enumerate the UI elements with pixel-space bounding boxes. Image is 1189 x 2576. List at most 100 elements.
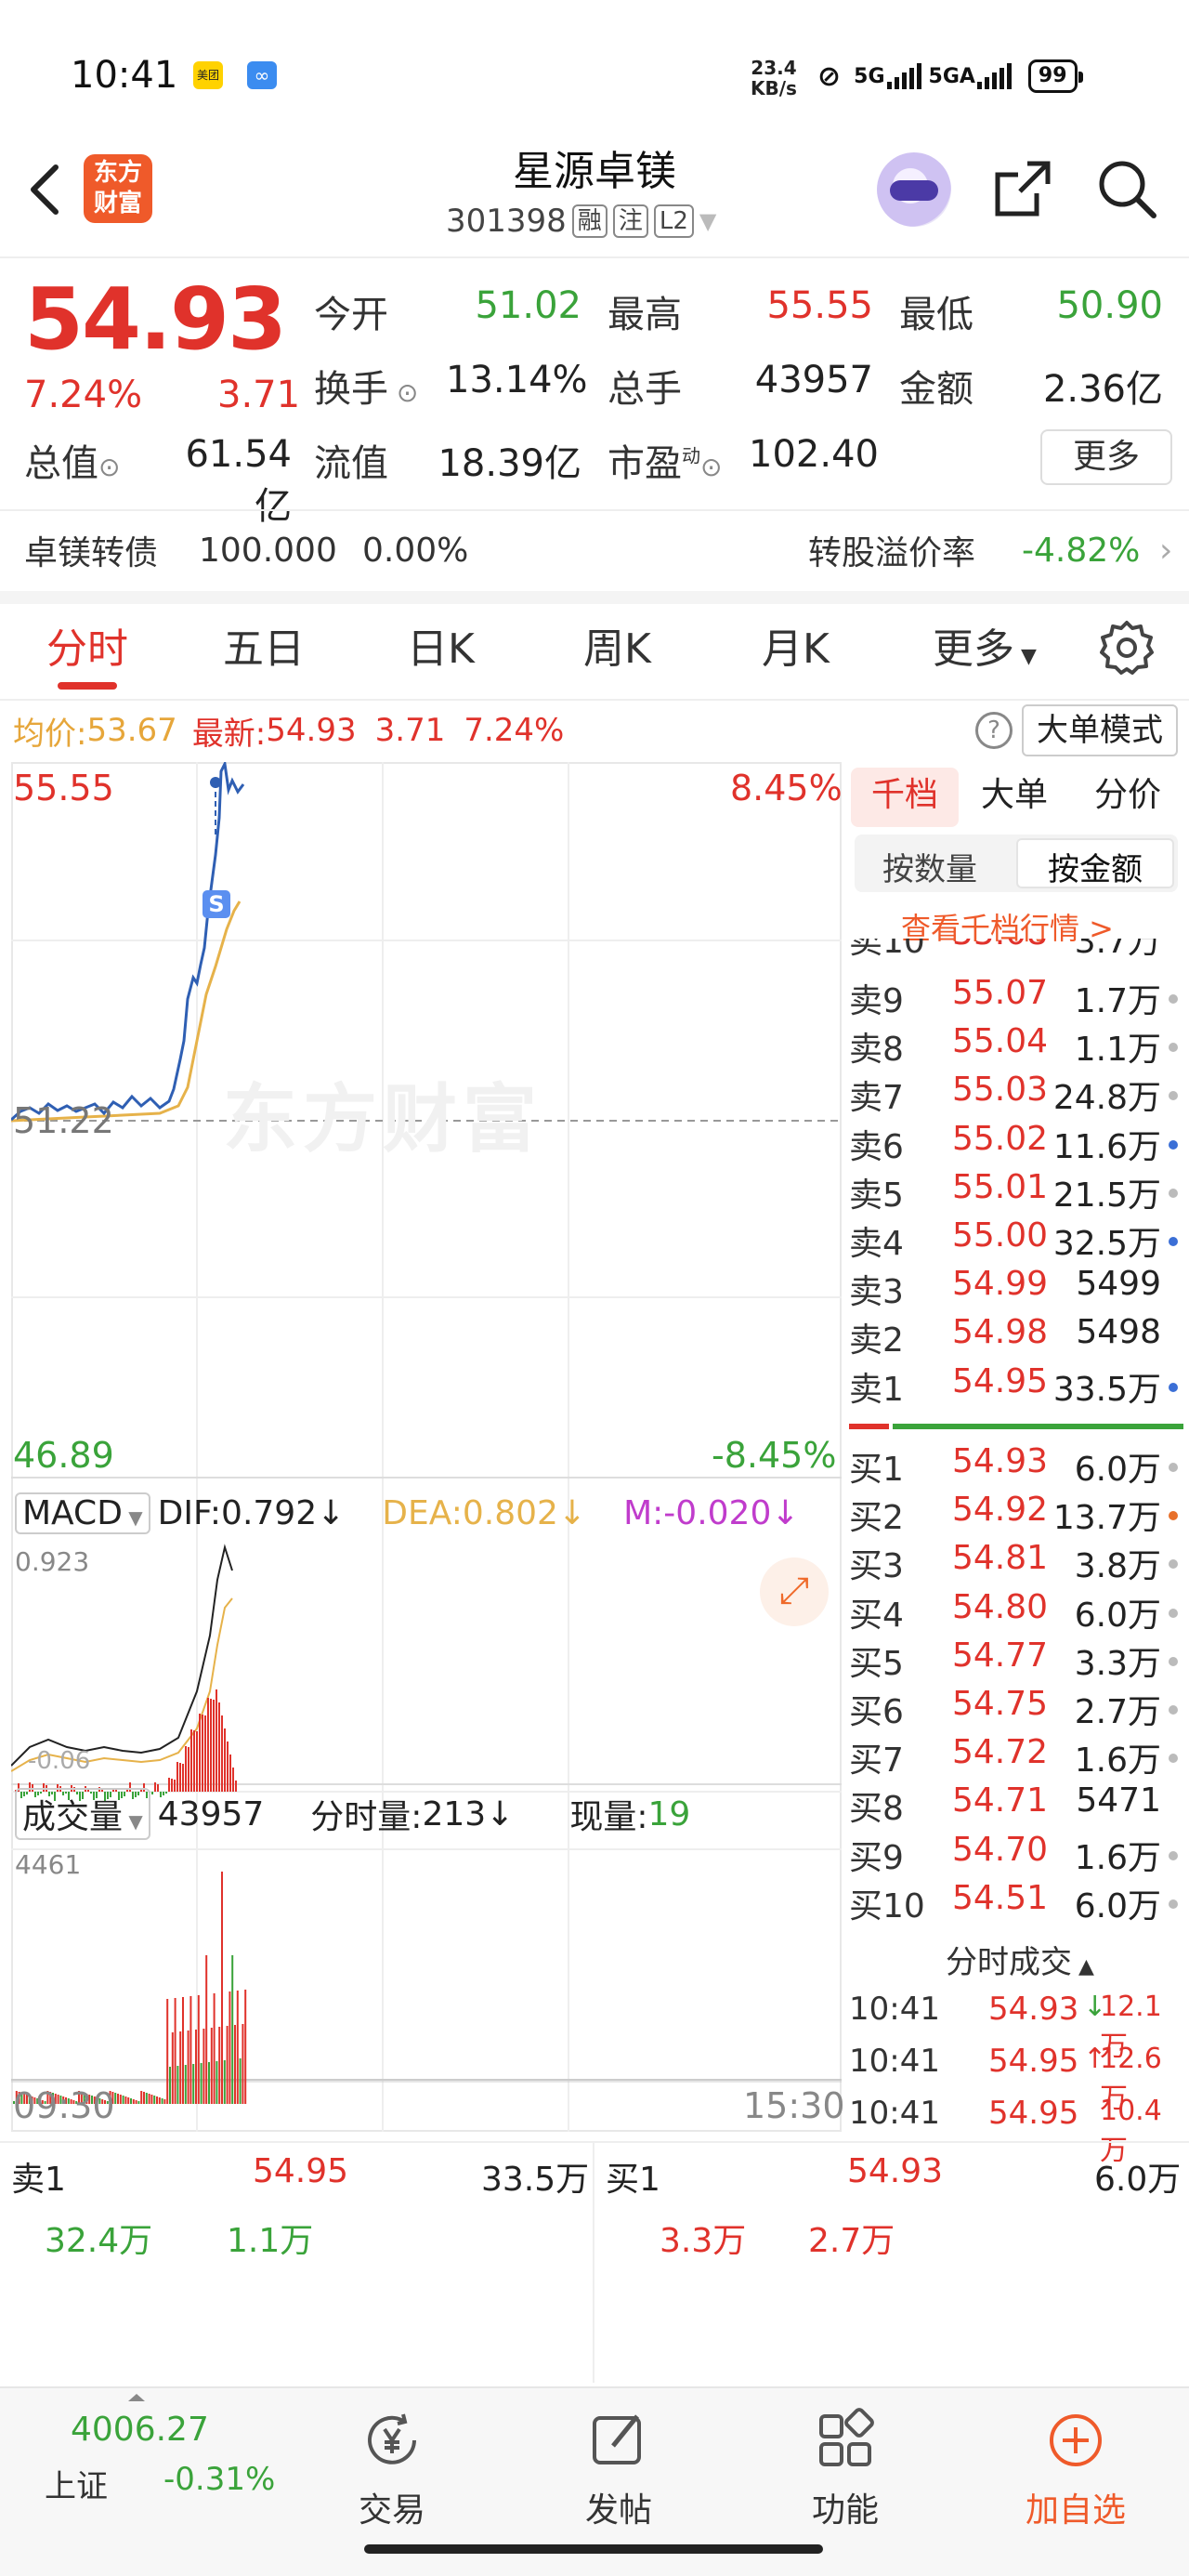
ask-volume: 3.7万	[1074, 939, 1161, 961]
tick-time: 10:41	[849, 1991, 940, 2028]
tab-intraday[interactable]: 分时	[46, 615, 128, 675]
volume-bar	[135, 2100, 137, 2104]
tick-volume-label: 分时量:	[310, 1798, 423, 1836]
bid-price: 54.70	[951, 1830, 1048, 1869]
ask-level-label: 卖3	[849, 1273, 904, 1312]
stock-code-row[interactable]: 301398 融 注 L2 ▼	[446, 203, 716, 240]
bid-row[interactable]: 买5 54.77 3.3万	[849, 1636, 1183, 1685]
macd-bar	[210, 1699, 212, 1792]
macd-selector[interactable]: MACD ▼	[15, 1492, 150, 1534]
bid-row[interactable]: 买6 54.75 2.7万	[849, 1685, 1183, 1733]
bid-row[interactable]: 买4 54.80 6.0万	[849, 1588, 1183, 1636]
sub-tab-by-quantity[interactable]: 按数量	[882, 844, 977, 889]
macd-bar	[207, 1698, 209, 1792]
tab-big-orders[interactable]: 大单	[981, 768, 1048, 816]
battery-icon: 99	[1027, 59, 1083, 93]
info-icon[interactable]: ⊙	[388, 377, 418, 408]
margin-tag: 融	[571, 204, 608, 238]
bid-row[interactable]: 买1 54.93 6.0万	[849, 1442, 1183, 1491]
order-flag-dot	[1169, 1091, 1178, 1101]
ask-volume: 24.8万	[1052, 1079, 1161, 1118]
bid-row[interactable]: 买3 54.81 3.8万	[849, 1539, 1183, 1587]
convertible-bond-row[interactable]: 卓镁转债 100.000 0.00% 转股溢价率 -4.82% ›	[24, 526, 1176, 574]
ask-row[interactable]: 卖6 55.02 11.6万	[849, 1120, 1183, 1168]
turnover-label-text: 换手	[314, 368, 388, 411]
bid-row[interactable]: 买7 54.72 1.6万	[849, 1733, 1183, 1781]
nav-add-watchlist-label: 加自选	[1025, 2491, 1126, 2530]
volume-selector[interactable]: 成交量 ▼	[15, 1788, 150, 1840]
info-icon[interactable]: ⊙	[98, 452, 120, 482]
open-label: 今开	[314, 294, 388, 336]
gear-icon[interactable]	[1096, 617, 1157, 678]
ask-row[interactable]: 卖9 55.07 1.7万	[849, 974, 1183, 1022]
nav-post[interactable]: 发帖	[554, 2403, 684, 2531]
ask-row[interactable]: 卖2 54.98 5498	[849, 1313, 1183, 1361]
volume-bar	[239, 2058, 242, 2104]
ai-assistant-icon[interactable]	[877, 152, 951, 227]
bid-row[interactable]: 买9 54.70 1.6万	[849, 1831, 1183, 1879]
home-indicator[interactable]	[364, 2544, 823, 2554]
bid-level-label: 买10	[849, 1886, 925, 1925]
tick-trades-title[interactable]: 分时成交 ▲	[946, 1937, 1094, 1982]
ask-row[interactable]: 卖7 55.03 24.8万	[849, 1071, 1183, 1119]
tab-daily-k[interactable]: 日K	[407, 615, 475, 675]
active-tab-indicator	[58, 682, 117, 690]
nav-trade[interactable]: 交易	[327, 2403, 457, 2531]
big-order-mode-button[interactable]: 大单模式	[1022, 704, 1178, 756]
nav-features-label: 功能	[811, 2491, 879, 2530]
chevron-up-icon: ▲	[1072, 1955, 1094, 1978]
macd-bar	[224, 1728, 226, 1792]
macd-bar	[196, 1731, 198, 1792]
back-button[interactable]	[24, 160, 65, 230]
amount-value: 2.36亿	[1042, 368, 1163, 411]
macd-bar	[202, 1715, 203, 1792]
search-icon[interactable]	[1094, 156, 1159, 221]
bid-row[interactable]: 买8 54.71 5471	[849, 1781, 1183, 1830]
tick-trade-row: 10:41 54.95 ↑ 12.6万	[849, 2043, 1183, 2115]
logo-text-line1: 东方	[93, 159, 142, 187]
share-icon[interactable]	[990, 156, 1055, 221]
tab-price-distribution[interactable]: 分价	[1094, 768, 1161, 816]
ask-row[interactable]: 卖8 55.04 1.1万	[849, 1022, 1183, 1071]
sell-marker[interactable]: S	[203, 890, 230, 918]
more-quote-button[interactable]: 更多	[1040, 429, 1172, 485]
macd-bar	[218, 1702, 220, 1792]
bid-row[interactable]: 买10 54.51 6.0万	[849, 1879, 1183, 1927]
index-ticker[interactable]: 4006.27 上证 -0.31%	[19, 2390, 297, 2557]
info-icon[interactable]: ⊙	[700, 452, 722, 482]
nav-features[interactable]: 功能	[780, 2403, 910, 2531]
tab-five-day[interactable]: 五日	[223, 615, 305, 675]
order-flag-dot	[1169, 1139, 1178, 1150]
nav-add-watchlist[interactable]: 加自选	[1011, 2403, 1141, 2531]
help-icon[interactable]: ?	[975, 712, 1013, 749]
ask-row[interactable]: 卖3 54.99 5499	[849, 1265, 1183, 1313]
section-gap	[0, 591, 1189, 604]
volume-bar	[148, 2094, 150, 2104]
bq-bid-sub2: 2.7万	[808, 2222, 895, 2260]
ask-price: 55.04	[951, 1022, 1048, 1061]
float-cap-value: 18.39亿	[438, 442, 581, 485]
macd-bar	[229, 1755, 231, 1792]
ask-level-label: 卖9	[849, 982, 904, 1020]
tick-price: 54.93	[988, 1991, 1079, 2028]
volume-bar	[176, 2066, 179, 2104]
tab-thousand-levels[interactable]: 千档	[871, 768, 938, 816]
link-app-icon: ∞	[247, 61, 277, 89]
bq-bid-label: 买1	[606, 2161, 660, 2199]
sub-tab-by-amount[interactable]: 按金额	[1048, 844, 1143, 889]
prev-close-price: 51.22	[13, 1100, 114, 1141]
macd-bar	[204, 1715, 206, 1792]
tab-monthly-k[interactable]: 月K	[762, 615, 830, 675]
ask-row[interactable]: 卖4 55.00 32.5万	[849, 1216, 1183, 1265]
tab-weekly-k[interactable]: 周K	[583, 615, 651, 675]
tab-more[interactable]: 更多 ▼	[933, 615, 1037, 675]
volume-label: 成交量	[22, 1798, 124, 1836]
divider	[593, 2143, 594, 2383]
bid-volume: 3.8万	[1074, 1547, 1161, 1586]
time-end: 15:30	[743, 2085, 845, 2126]
ask-row[interactable]: 卖5 55.01 21.5万	[849, 1168, 1183, 1216]
macd-bar	[188, 1747, 189, 1792]
ask-row[interactable]: 卖1 54.95 33.5万	[849, 1362, 1183, 1411]
bid-row[interactable]: 买2 54.92 13.7万	[849, 1491, 1183, 1539]
ask-price: 54.98	[951, 1313, 1048, 1352]
